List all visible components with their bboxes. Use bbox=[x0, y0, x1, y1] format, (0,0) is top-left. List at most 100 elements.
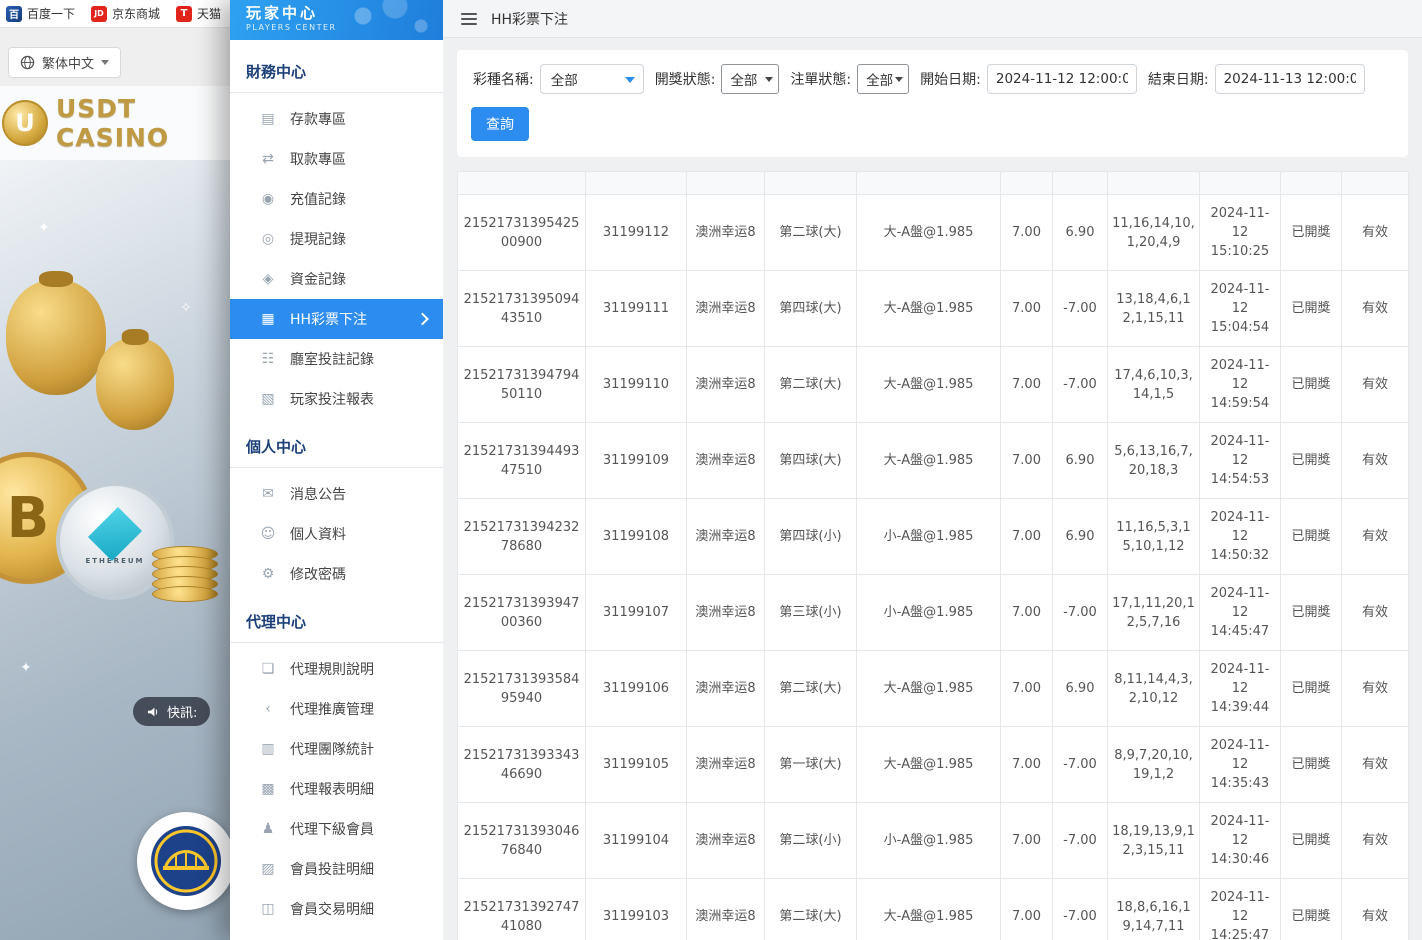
sidebar-item[interactable]: ◎ 提現記錄 bbox=[230, 219, 443, 259]
sidebar-item[interactable]: ▧ 玩家投注報表 bbox=[230, 379, 443, 419]
sidebar-item[interactable]: ◫ 會員交易明細 bbox=[230, 889, 443, 929]
bookmark-label: 百度一下 bbox=[27, 5, 75, 22]
bet-info-cell: 大-A盤@1.985 bbox=[857, 195, 1001, 271]
win-loss-cell: 6.90 bbox=[1053, 195, 1108, 271]
draw-status-cell: 已開獎 bbox=[1281, 803, 1342, 879]
column-header bbox=[765, 172, 857, 195]
win-loss-cell: 6.90 bbox=[1053, 423, 1108, 499]
sidebar-item-label: 消息公告 bbox=[290, 484, 346, 504]
win-loss-cell: 6.90 bbox=[1053, 651, 1108, 727]
table-row: 2152173139479450110 31199110 澳洲幸运8 第二球(大… bbox=[458, 347, 1409, 423]
column-header bbox=[458, 172, 586, 195]
sidebar-item[interactable]: ▦ HH彩票下注 bbox=[230, 299, 443, 339]
sidebar-item[interactable]: ☺ 個人資料 bbox=[230, 514, 443, 554]
sidebar-item-label: 玩家投注報表 bbox=[290, 389, 374, 409]
win-loss-cell: -7.00 bbox=[1053, 347, 1108, 423]
sidebar-item[interactable]: ▩ 代理報表明細 bbox=[230, 769, 443, 809]
draw-result-cell: 5,6,13,16,7,20,18,3 bbox=[1108, 423, 1200, 499]
members-icon: ♟ bbox=[260, 821, 276, 837]
sidebar-item-label: 取款專區 bbox=[290, 149, 346, 169]
sidebar-item[interactable]: ☷ 廳室投註記錄 bbox=[230, 339, 443, 379]
sidebar-item-label: 存款專區 bbox=[290, 109, 346, 129]
language-selector[interactable]: 繁体中文 bbox=[8, 47, 121, 78]
sidebar-item[interactable]: ▨ 會員投註明細 bbox=[230, 849, 443, 889]
jd-favicon-icon: JD bbox=[91, 6, 107, 22]
win-loss-cell: -7.00 bbox=[1053, 727, 1108, 803]
hall-bet-record-icon: ☷ bbox=[260, 351, 276, 367]
bet-info-cell: 大-A盤@1.985 bbox=[857, 879, 1001, 940]
order-status-cell: 有效 bbox=[1342, 271, 1409, 347]
draw-result-cell: 11,16,14,10,1,20,4,9 bbox=[1108, 195, 1200, 271]
column-header bbox=[586, 172, 687, 195]
tmall-favicon-icon: T bbox=[176, 6, 192, 22]
order-status-select[interactable]: 全部 bbox=[857, 64, 909, 94]
draw-status-cell: 已開獎 bbox=[1281, 575, 1342, 651]
win-loss-cell: -7.00 bbox=[1053, 879, 1108, 940]
lottery-select[interactable]: 全部 bbox=[540, 64, 644, 94]
brand-name: USDT CASINO bbox=[56, 94, 230, 152]
order-number-cell: 2152173139394700360 bbox=[458, 575, 586, 651]
issue-number-cell: 31199105 bbox=[586, 727, 687, 803]
sidebar-item[interactable]: ▤ 存款專區 bbox=[230, 99, 443, 139]
search-button[interactable]: 查詢 bbox=[471, 107, 529, 141]
sidebar-item[interactable]: ▥ 代理團隊統計 bbox=[230, 729, 443, 769]
recharge-record-icon: ◉ bbox=[260, 191, 276, 207]
issue-number-cell: 31199111 bbox=[586, 271, 687, 347]
table-row: 2152173139304676840 31199104 澳洲幸运8 第二球(小… bbox=[458, 803, 1409, 879]
bet-info-cell: 小-A盤@1.985 bbox=[857, 499, 1001, 575]
table-row: 2152173139449347510 31199109 澳洲幸运8 第四球(大… bbox=[458, 423, 1409, 499]
bet-amount-cell: 7.00 bbox=[1001, 879, 1053, 940]
lottery-name-cell: 澳洲幸运8 bbox=[687, 499, 765, 575]
sidebar-item[interactable]: ♟ 代理下級會員 bbox=[230, 809, 443, 849]
order-status-cell: 有效 bbox=[1342, 803, 1409, 879]
bet-amount-cell: 7.00 bbox=[1001, 271, 1053, 347]
team-logo-widget[interactable] bbox=[137, 812, 235, 910]
draw-status-select[interactable]: 全部 bbox=[721, 64, 779, 94]
sidebar-section-agent: 代理中心 ❏ 代理規則說明 ‹ 代理推廣管理 ▥ 代理團隊統計 ▩ 代理報表 bbox=[230, 602, 443, 929]
order-number-cell: 2152173139479450110 bbox=[458, 347, 586, 423]
sidebar-item[interactable]: ❏ 代理規則說明 bbox=[230, 649, 443, 689]
order-number-cell: 2152173139304676840 bbox=[458, 803, 586, 879]
order-status-cell: 有效 bbox=[1342, 727, 1409, 803]
play-type-cell: 第一球(大) bbox=[765, 727, 857, 803]
start-date-input[interactable] bbox=[987, 64, 1137, 94]
start-date-label: 開始日期: bbox=[920, 69, 981, 89]
sidebar-item[interactable]: ‹ 代理推廣管理 bbox=[230, 689, 443, 729]
lottery-name-cell: 澳洲幸运8 bbox=[687, 651, 765, 727]
sidebar-item[interactable]: ◉ 充值記錄 bbox=[230, 179, 443, 219]
end-date-input[interactable] bbox=[1215, 64, 1365, 94]
draw-status-cell: 已開獎 bbox=[1281, 727, 1342, 803]
sidebar-item[interactable]: ⚙ 修改密碼 bbox=[230, 554, 443, 594]
bet-time-cell: 2024-11-12 14:35:43 bbox=[1200, 727, 1281, 803]
draw-status-cell: 已開獎 bbox=[1281, 347, 1342, 423]
bets-table: 2152173139542500900 31199112 澳洲幸运8 第二球(大… bbox=[457, 171, 1409, 940]
bets-table-card: 2152173139542500900 31199112 澳洲幸运8 第二球(大… bbox=[457, 171, 1408, 940]
sidebar-item[interactable]: ⇄ 取款專區 bbox=[230, 139, 443, 179]
sidebar-item[interactable]: ◈ 資金記錄 bbox=[230, 259, 443, 299]
bookmark-baidu[interactable]: 百 百度一下 bbox=[6, 5, 75, 22]
sidebar-item-label: 廳室投註記錄 bbox=[290, 349, 374, 369]
table-row: 2152173139509443510 31199111 澳洲幸运8 第四球(大… bbox=[458, 271, 1409, 347]
sidebar-item-label: 提現記錄 bbox=[290, 229, 346, 249]
bet-amount-cell: 7.00 bbox=[1001, 499, 1053, 575]
bookmark-jd[interactable]: JD 京东商城 bbox=[91, 5, 160, 22]
sidebar-item-label: 充值記錄 bbox=[290, 189, 346, 209]
menu-toggle-icon[interactable] bbox=[461, 13, 477, 25]
bookmark-tmall[interactable]: T 天猫 bbox=[176, 5, 221, 22]
lottery-name-cell: 澳洲幸运8 bbox=[687, 575, 765, 651]
doc-icon: ❏ bbox=[260, 661, 276, 677]
sidebar-nav: 財務中心 ▤ 存款專區 ⇄ 取款專區 ◉ 充值記錄 ◎ 提現記錄 bbox=[230, 40, 443, 940]
bet-time-cell: 2024-11-12 14:45:47 bbox=[1200, 575, 1281, 651]
moneybag-icon bbox=[96, 338, 174, 430]
play-type-cell: 第三球(小) bbox=[765, 575, 857, 651]
bell-icon: ✉ bbox=[260, 486, 276, 502]
site-logo[interactable]: U USDT CASINO bbox=[0, 94, 230, 152]
lottery-name-cell: 澳洲幸运8 bbox=[687, 423, 765, 499]
bet-time-cell: 2024-11-12 14:54:53 bbox=[1200, 423, 1281, 499]
draw-status-cell: 已開獎 bbox=[1281, 651, 1342, 727]
sidebar-item-label: 代理團隊統計 bbox=[290, 739, 374, 759]
filter-card: 彩種名稱: 全部 開獎狀態: 全部 注單狀態: 全部 開始日期: bbox=[457, 50, 1408, 157]
sidebar-item-label: 資金記錄 bbox=[290, 269, 346, 289]
sidebar-item[interactable]: ✉ 消息公告 bbox=[230, 474, 443, 514]
issue-number-cell: 31199103 bbox=[586, 879, 687, 940]
